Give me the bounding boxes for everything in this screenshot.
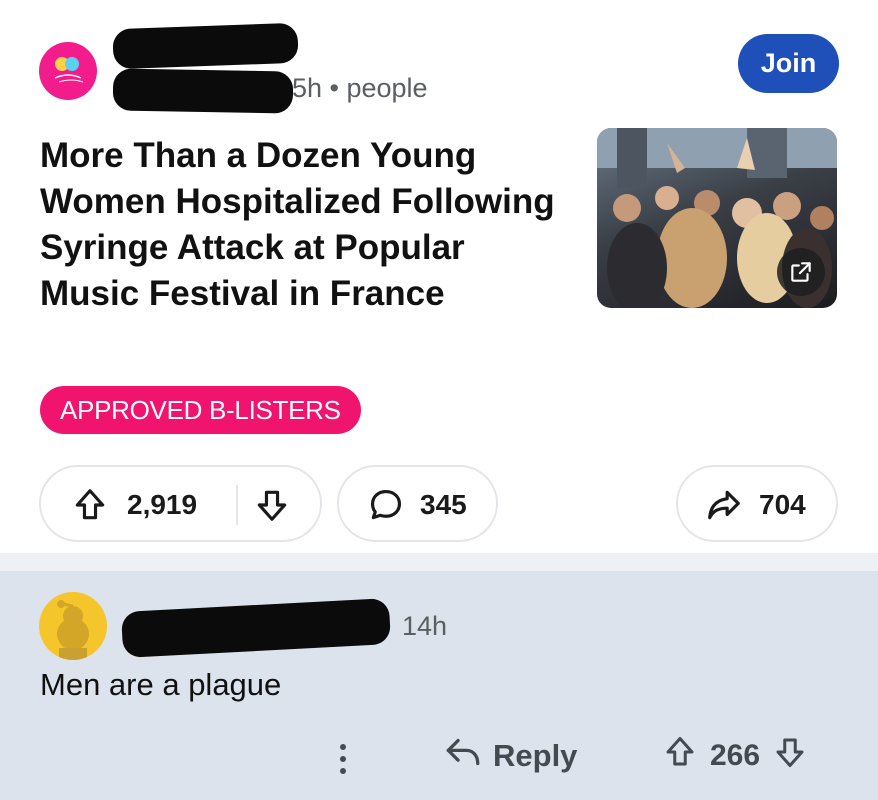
share-icon	[704, 486, 744, 529]
share-button[interactable]: 704	[676, 465, 838, 542]
redacted-subreddit-name	[112, 22, 299, 70]
subreddit-avatar[interactable]	[39, 42, 97, 100]
vote-divider	[236, 485, 238, 525]
reply-button[interactable]: Reply	[443, 733, 577, 779]
redacted-username	[112, 68, 294, 114]
upvote-icon[interactable]	[71, 485, 109, 530]
post-flair[interactable]: APPROVED B-LISTERS	[40, 386, 361, 434]
post-meta: 5h • people	[292, 73, 428, 103]
comment-vote: 266	[662, 733, 808, 779]
upvote-icon[interactable]	[662, 733, 698, 779]
comment-body: Men are a plague	[40, 667, 282, 702]
comment-count: 345	[420, 489, 467, 520]
share-count: 704	[759, 489, 806, 520]
external-link-icon[interactable]	[777, 248, 825, 296]
comment-time: 14h	[402, 611, 448, 641]
vote-pill: 2,919	[39, 465, 322, 542]
reply-label: Reply	[493, 738, 578, 773]
downvote-icon[interactable]	[253, 485, 291, 530]
join-button[interactable]: Join	[738, 34, 839, 93]
more-options-icon[interactable]	[331, 739, 355, 779]
comments-button[interactable]: 345	[337, 465, 498, 542]
comment-actions: Reply 266	[0, 721, 878, 791]
section-divider	[0, 553, 878, 571]
upvote-count: 2,919	[127, 489, 198, 520]
comment-vote-count: 266	[710, 739, 761, 772]
post-card: 5h • people Join More Than a Dozen Young…	[0, 0, 878, 553]
redacted-commenter-name	[120, 598, 392, 658]
downvote-icon[interactable]	[772, 733, 808, 779]
comment-card: 14h Men are a plague Reply 266	[0, 571, 878, 800]
commenter-avatar[interactable]	[39, 592, 107, 660]
post-title[interactable]: More Than a Dozen Young Women Hospitaliz…	[40, 133, 560, 317]
reply-icon	[443, 734, 483, 778]
comment-icon	[367, 486, 405, 529]
